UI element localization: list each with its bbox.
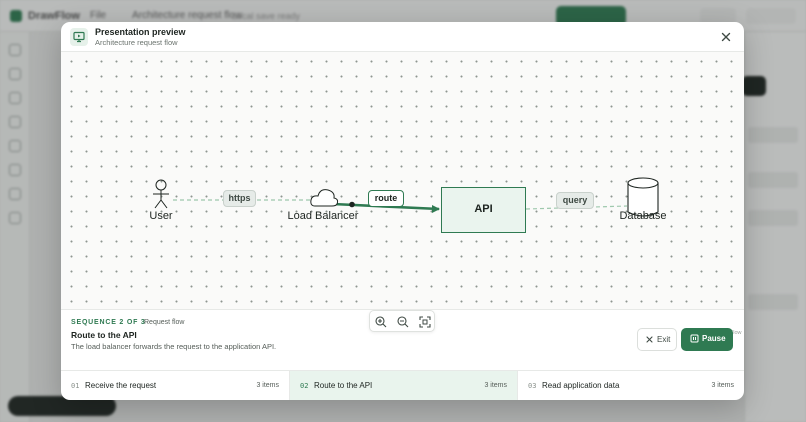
node-label-load-balancer: Load Balancer [287,210,359,222]
modal-header: Presentation preview Architecture reques… [61,22,744,52]
step-label: Read application data [542,381,620,390]
user-icon [153,179,169,209]
edge-label-query: query [556,192,594,209]
exit-label: Exit [657,335,671,344]
current-step-description: The load balancer forwards the request t… [71,342,277,351]
step-count: 3 items [484,382,507,389]
step-label: Receive the request [85,381,157,390]
presentation-modal: Presentation preview Architecture reques… [61,22,744,400]
edge-packet-dot [349,201,355,208]
close-icon[interactable] [719,30,733,44]
pause-icon [690,334,699,345]
presentation-icon [70,28,88,46]
diagram-canvas[interactable]: https route query User Load Balancer API… [61,52,744,336]
modal-title: Presentation preview [95,27,186,37]
step-item-2[interactable]: 02 Route to the API 3 items [289,371,517,400]
diagram-edges [153,177,659,217]
flow-name: Request flow [144,319,185,326]
cloud-icon [310,189,339,207]
pause-button[interactable]: Pause [681,328,733,351]
exit-button[interactable]: Exit [637,328,677,351]
step-item-1[interactable]: 01 Receive the request 3 items [61,371,289,400]
edge-label-route: route [368,190,404,207]
node-api[interactable]: API [441,187,526,233]
node-label-database: Database [619,210,667,222]
step-number: 01 [71,382,80,390]
step-label: Route to the API [314,381,373,390]
edge-label-https: https [223,190,256,207]
close-icon [645,335,654,346]
step-count: 3 items [256,382,279,389]
node-label-user: User [149,210,173,222]
step-list: 01 Receive the request 3 items 02 Route … [61,370,744,400]
current-step-title: Route to the API [71,330,137,340]
step-number: 03 [528,382,537,390]
modal-subtitle: Architecture request flow [95,38,178,47]
sequence-indicator: SEQUENCE 2 OF 3 [71,319,146,326]
pause-label: Pause [702,334,726,343]
edge-arrowhead [432,205,440,213]
step-item-3[interactable]: 03 Read application data 3 items [517,371,744,400]
step-count: 3 items [711,382,734,389]
step-info-panel: SEQUENCE 2 OF 3 Request flow Route to th… [61,309,744,370]
step-number: 02 [300,382,309,390]
